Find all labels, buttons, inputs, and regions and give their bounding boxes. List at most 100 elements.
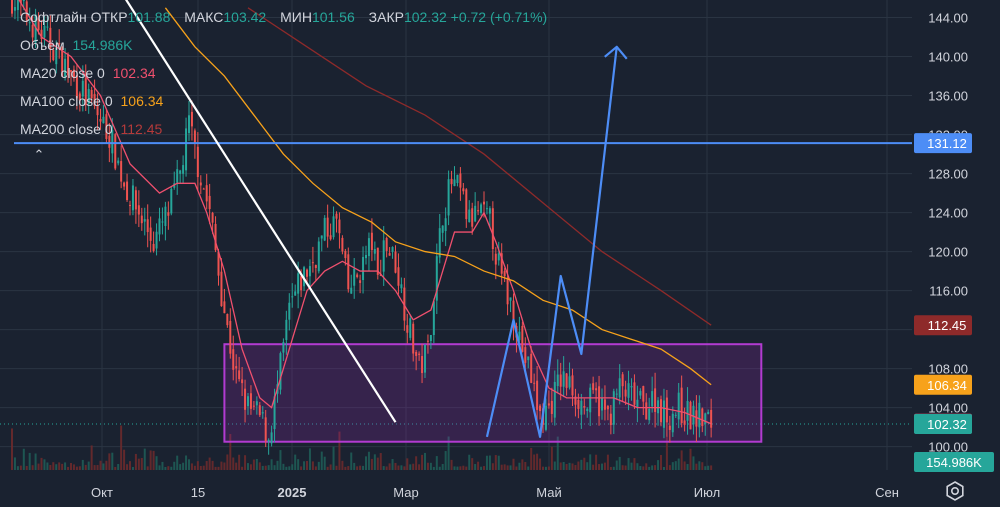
candle-body — [648, 408, 651, 421]
volume-bar — [314, 466, 317, 470]
ma100-label: MA100 close 0 — [20, 93, 113, 109]
volume-bar — [270, 459, 273, 470]
volume-bar — [674, 461, 677, 470]
volume-bar — [158, 465, 161, 470]
volume-bar — [341, 460, 344, 470]
candle-body — [438, 228, 441, 258]
close-value: 102.32 — [403, 9, 447, 25]
candle-body — [170, 188, 173, 214]
candle-body — [432, 301, 435, 336]
volume-bar — [255, 458, 258, 470]
volume-bar — [276, 460, 279, 470]
volume-row[interactable]: Объём 154.986K — [20, 36, 547, 64]
candle-body — [294, 291, 297, 296]
volume-bar — [34, 453, 37, 470]
volume-bar — [400, 465, 403, 470]
volume-bar — [332, 446, 335, 470]
candle-body — [129, 204, 131, 206]
volume-bar — [612, 466, 615, 470]
candle-body — [347, 254, 350, 290]
candle-body — [338, 219, 341, 234]
candle-body — [547, 403, 550, 406]
chart-legend: Софтлайн ОТКР101.88 МАКС103.42 МИН101.56… — [20, 8, 547, 148]
volume-bar — [415, 456, 418, 470]
volume-bar — [303, 461, 306, 470]
candle-body — [686, 401, 689, 421]
volume-bar — [108, 453, 111, 470]
volume-bar — [642, 466, 645, 470]
volume-bar — [488, 455, 491, 470]
candle-body — [155, 231, 158, 249]
y-tick-label: 104.00 — [928, 401, 968, 416]
volume-bar — [294, 454, 297, 470]
volume-bar — [285, 466, 288, 470]
volume-bar — [137, 458, 140, 470]
ma100-row[interactable]: MA100 close 0 106.34 — [20, 92, 547, 120]
candle-body — [202, 188, 205, 190]
volume-bar — [176, 455, 179, 470]
volume-bar — [406, 458, 409, 470]
volume-bar — [636, 463, 639, 470]
candle-body — [252, 405, 255, 407]
volume-bar — [583, 457, 586, 470]
volume-bar — [627, 458, 630, 470]
ma200-row[interactable]: MA200 close 0 112.45 — [20, 120, 547, 148]
ma20-label: MA20 close 0 — [20, 65, 105, 81]
volume-bar — [689, 448, 692, 470]
volume-bar — [19, 465, 22, 470]
volume-bar — [686, 464, 689, 470]
price-badge-label: 112.45 — [928, 318, 967, 333]
candle-body — [488, 208, 491, 214]
candle-body — [367, 238, 370, 257]
candle-body — [131, 185, 134, 211]
candle-body — [149, 227, 152, 241]
candle-body — [415, 352, 418, 356]
candle-body — [660, 399, 662, 423]
volume-bar — [208, 457, 211, 470]
volume-bar — [152, 450, 155, 470]
candle-body — [444, 218, 447, 231]
y-tick-label: 120.00 — [928, 245, 968, 260]
volume-bar — [533, 454, 536, 470]
candle-body — [261, 412, 264, 414]
candle-body — [583, 405, 586, 408]
candle-body — [285, 319, 288, 340]
volume-bar — [67, 466, 70, 470]
candle-body — [536, 380, 539, 410]
volume-bar — [291, 464, 294, 470]
volume-bar — [320, 451, 323, 470]
volume-bar — [462, 465, 465, 470]
volume-bar — [43, 459, 46, 470]
volume-bar — [344, 466, 347, 470]
volume-bar — [149, 450, 152, 470]
candle-body — [16, 0, 19, 11]
volume-bar — [542, 466, 544, 470]
volume-bar — [226, 454, 229, 470]
volume-bar — [111, 452, 114, 470]
collapse-legend-button[interactable]: ⌃ — [28, 146, 50, 164]
y-tick-label: 124.00 — [928, 206, 968, 221]
candle-body — [344, 250, 347, 259]
candle-body — [429, 334, 432, 341]
volume-bar — [370, 458, 373, 470]
candle-body — [491, 208, 494, 250]
candle-body — [326, 217, 329, 237]
volume-bar — [598, 464, 601, 470]
volume-bar — [143, 448, 146, 470]
candle-body — [370, 232, 373, 250]
candle-body — [158, 218, 161, 235]
volume-bar — [261, 465, 264, 470]
volume-bar — [618, 456, 621, 470]
ma20-row[interactable]: MA20 close 0 102.34 — [20, 64, 547, 92]
candle-body — [580, 400, 583, 415]
candle-body — [568, 376, 571, 388]
volume-bar — [615, 460, 618, 470]
volume-bar — [471, 458, 474, 470]
candle-body — [356, 274, 359, 278]
symbol-name[interactable]: Софтлайн — [20, 9, 87, 25]
settings-button[interactable] — [944, 480, 966, 502]
candle-body — [651, 391, 654, 407]
candle-body — [117, 160, 120, 164]
volume-bar — [356, 466, 359, 470]
volume-bar — [668, 465, 671, 470]
